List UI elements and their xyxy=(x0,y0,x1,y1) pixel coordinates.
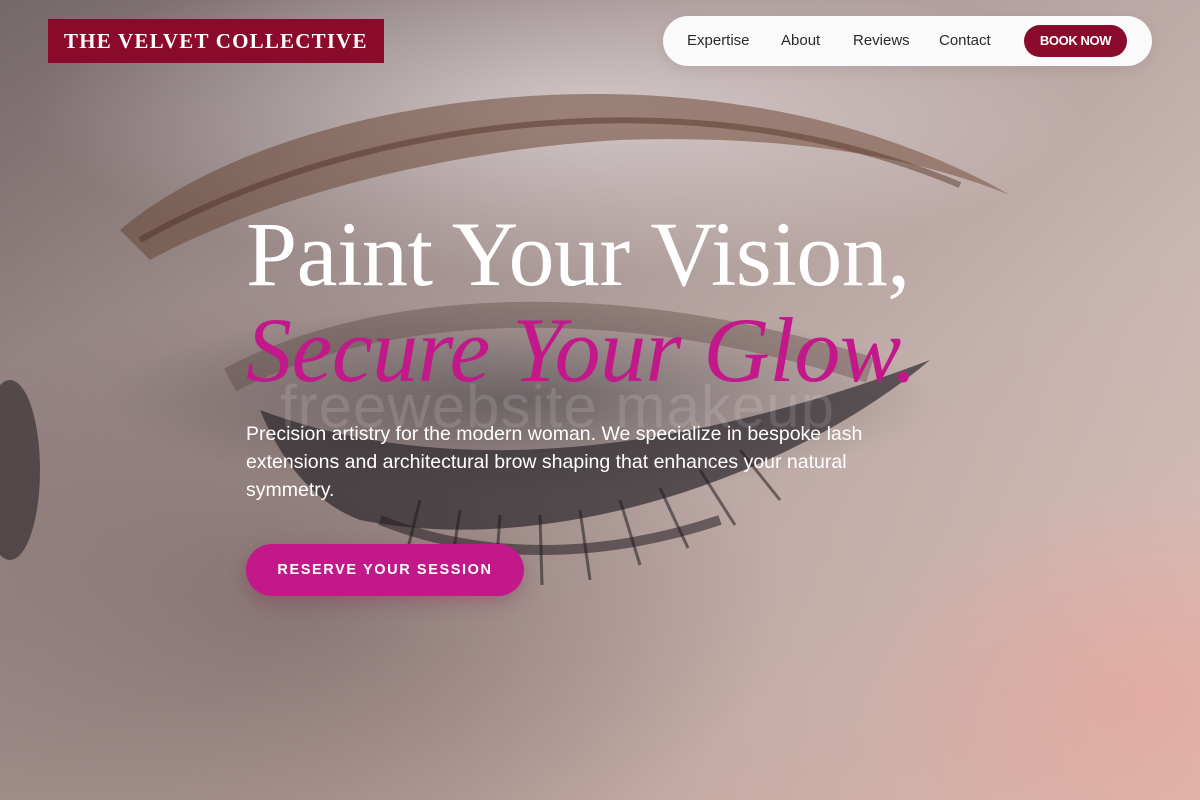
nav-link-reviews[interactable]: Reviews xyxy=(853,16,910,66)
book-now-button[interactable]: BOOK NOW xyxy=(1024,25,1127,57)
main-navigation: Expertise About Reviews Contact BOOK NOW xyxy=(663,16,1152,66)
brand-logo[interactable]: THE VELVET COLLECTIVE xyxy=(48,19,384,63)
nav-link-contact[interactable]: Contact xyxy=(939,16,991,66)
reserve-session-button[interactable]: RESERVE YOUR SESSION xyxy=(246,544,524,596)
hero-headline-line2: Secure Your Glow. xyxy=(246,299,917,401)
hero-description: Precision artistry for the modern woman.… xyxy=(246,423,863,501)
hero-headline-line1: Paint Your Vision, xyxy=(246,203,910,305)
nav-link-expertise[interactable]: Expertise xyxy=(687,16,750,66)
nav-link-about[interactable]: About xyxy=(781,16,820,66)
